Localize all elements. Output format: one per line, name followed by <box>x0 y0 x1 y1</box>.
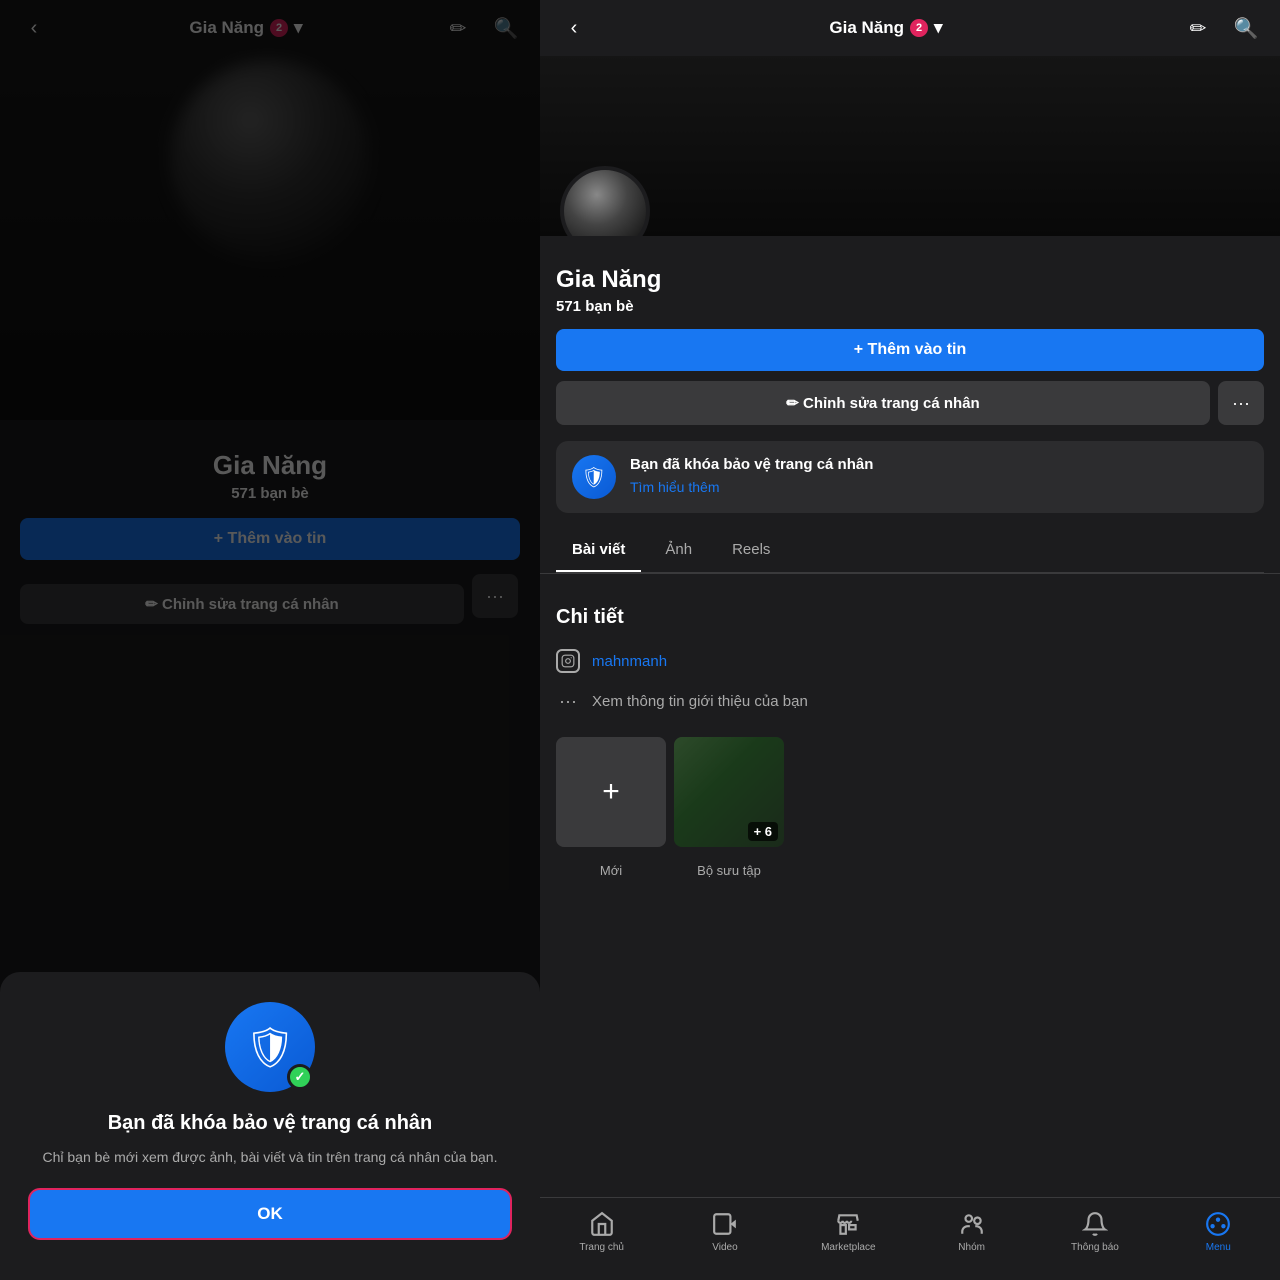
modal-overlay: 🛡 ✓ Bạn đã khóa bảo vệ trang cá nhân Chỉ… <box>0 0 540 1280</box>
back-button-right[interactable]: ‹ <box>556 10 592 46</box>
nav-groups[interactable]: Nhóm <box>922 1210 1022 1253</box>
shield-icon-modal: 🛡 <box>245 1024 296 1071</box>
tab-reels[interactable]: Reels <box>716 529 786 572</box>
protection-learn-more-link[interactable]: Tìm hiểu thêm <box>630 479 1248 495</box>
right-panel: ‹ Gia Năng 2 ▾ ✏ 🔍 Gia Năng 571 bạn bè +… <box>540 0 1280 1280</box>
right-profile-section: Gia Năng 571 bạn bè + Thêm vào tin ✏ Chỉ… <box>540 236 1280 425</box>
instagram-handle: mahnmanh <box>592 653 667 670</box>
right-header-name: Gia Năng <box>829 18 904 38</box>
cover-photo-right <box>540 56 1280 236</box>
right-header: ‹ Gia Năng 2 ▾ ✏ 🔍 <box>540 0 1280 56</box>
protection-notice: 🛡 Bạn đã khóa bảo vệ trang cá nhân Tìm h… <box>556 441 1264 513</box>
modal-card: 🛡 ✓ Bạn đã khóa bảo vệ trang cá nhân Chỉ… <box>0 972 540 1280</box>
check-badge-modal: ✓ <box>287 1064 313 1090</box>
tabs-row: Bài viết Ảnh Reels <box>556 529 1264 573</box>
add-photo-button[interactable]: + <box>556 737 666 847</box>
modal-ok-button[interactable]: OK <box>28 1188 512 1240</box>
tabs-divider <box>540 573 1280 574</box>
nav-video-label: Video <box>712 1242 737 1253</box>
edit-icon-right[interactable]: ✏ <box>1180 10 1216 46</box>
chi-tiet-section: Chi tiết mahnmanh ··· Xem thông tin giới… <box>540 590 1280 737</box>
photo-label-new: Mới <box>556 863 666 878</box>
nav-notifications[interactable]: Thông báo <box>1045 1210 1145 1253</box>
marketplace-icon <box>834 1210 862 1238</box>
tab-anh[interactable]: Ảnh <box>649 529 708 572</box>
profile-friends-right: 571 bạn bè <box>556 298 1264 315</box>
menu-icon <box>1204 1210 1232 1238</box>
nav-groups-label: Nhóm <box>958 1242 985 1253</box>
nav-home[interactable]: Trang chủ <box>552 1210 652 1253</box>
right-edit-row: ✏ Chỉnh sửa trang cá nhân ··· <box>556 381 1264 425</box>
more-button-right[interactable]: ··· <box>1218 381 1264 425</box>
nav-menu-label: Menu <box>1206 1242 1231 1253</box>
modal-title: Bạn đã khóa bảo vệ trang cá nhân <box>108 1112 433 1135</box>
right-scrollable: Gia Năng 571 bạn bè + Thêm vào tin ✏ Chỉ… <box>540 236 1280 1197</box>
left-panel: ‹ Gia Năng 2 ▾ ✏ 🔍 Gia Năng 571 bạn bè +… <box>0 0 540 1280</box>
nav-notifications-label: Thông báo <box>1071 1242 1119 1253</box>
right-header-actions: ✏ 🔍 <box>1180 10 1264 46</box>
home-icon <box>588 1210 616 1238</box>
nav-marketplace-label: Marketplace <box>821 1242 875 1253</box>
nav-home-label: Trang chủ <box>579 1242 624 1253</box>
protection-text: Bạn đã khóa bảo vệ trang cá nhân Tìm hiể… <box>630 455 1248 495</box>
dots-icon: ··· <box>556 689 580 713</box>
friends-label-right: bạn bè <box>585 298 633 315</box>
photo-label-collection: Bộ sưu tập <box>674 863 784 878</box>
modal-icon-wrapper: 🛡 ✓ <box>225 1002 315 1092</box>
photo-count-badge: + 6 <box>748 822 778 841</box>
notification-badge-right: 2 <box>910 19 928 37</box>
dropdown-icon-right[interactable]: ▾ <box>934 18 943 38</box>
chi-tiet-title: Chi tiết <box>556 606 1264 629</box>
intro-text: Xem thông tin giới thiệu của bạn <box>592 693 808 710</box>
nav-video[interactable]: Video <box>675 1210 775 1253</box>
tab-bai-viet[interactable]: Bài viết <box>556 529 641 572</box>
right-header-title-group: Gia Năng 2 ▾ <box>829 18 942 38</box>
photo-label-row: Mới Bộ sưu tập <box>540 863 1280 878</box>
modal-desc: Chỉ bạn bè mới xem được ảnh, bài viết và… <box>43 1147 498 1168</box>
groups-icon <box>958 1210 986 1238</box>
notifications-icon <box>1081 1210 1109 1238</box>
add-story-button-right[interactable]: + Thêm vào tin <box>556 329 1264 371</box>
intro-row[interactable]: ··· Xem thông tin giới thiệu của bạn <box>556 681 1264 721</box>
edit-profile-button-right[interactable]: ✏ Chỉnh sửa trang cá nhân <box>556 381 1210 425</box>
video-icon <box>711 1210 739 1238</box>
nav-menu[interactable]: Menu <box>1168 1210 1268 1253</box>
photo-thumb-1[interactable]: + 6 <box>674 737 784 847</box>
nav-marketplace[interactable]: Marketplace <box>798 1210 898 1253</box>
cover-overlay-right <box>540 56 1280 236</box>
instagram-icon <box>556 649 580 673</box>
photo-grid: + + 6 <box>540 737 1280 863</box>
profile-name-right: Gia Năng <box>556 266 1264 294</box>
protection-shield-icon: 🛡 <box>572 455 616 499</box>
instagram-row[interactable]: mahnmanh <box>556 641 1264 681</box>
bottom-nav: Trang chủ Video Marketplace <box>540 1197 1280 1280</box>
protection-title: Bạn đã khóa bảo vệ trang cá nhân <box>630 455 1248 475</box>
search-icon-right[interactable]: 🔍 <box>1228 10 1264 46</box>
